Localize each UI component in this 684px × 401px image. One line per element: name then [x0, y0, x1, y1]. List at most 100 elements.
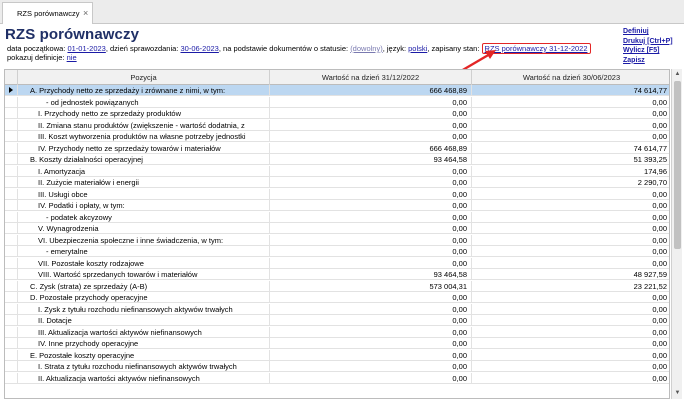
table-row[interactable]: II. Zużycie materiałów i energii 0,00 2 29… — [5, 177, 669, 188]
table-row[interactable]: II. Dotacje 0,00 0,00 — [5, 315, 669, 326]
scroll-up-icon[interactable]: ▲ — [672, 69, 683, 80]
row-indicator — [5, 292, 18, 303]
table-row[interactable]: IV. Podatki i opłaty, w tym: 0,00 0,00 — [5, 200, 669, 211]
row-position: I. Strata z tytułu rozchodu niefinansowy… — [18, 361, 270, 372]
scroll-thumb[interactable] — [674, 81, 681, 249]
row-indicator — [5, 108, 18, 119]
row-value-prev: 0,00 — [270, 315, 472, 326]
row-position: I. Zysk z tytułu rozchodu niefinansowych… — [18, 303, 270, 315]
table-row[interactable]: V. Wynagrodzenia 0,00 0,00 — [5, 223, 669, 234]
table-row[interactable]: - podatek akcyzowy 0,00 0,00 — [5, 211, 669, 223]
row-value-curr: 51 393,25 — [633, 155, 667, 164]
row-value-prev: 0,00 — [270, 257, 472, 269]
row-value-curr: 74 614,77 — [633, 86, 667, 95]
table-row[interactable]: VIII. Wartość sprzedanych towarów i mate… — [5, 269, 669, 280]
row-value-prev: 0,00 — [270, 200, 472, 211]
page-title: RZS porównawczy — [5, 26, 140, 43]
table-row[interactable]: III. Aktualizacja wartości aktywów niefi… — [5, 326, 669, 338]
table-row[interactable]: E. Pozostałe koszty operacyjne 0,00 0,00 — [5, 349, 669, 361]
row-position: III. Aktualizacja wartości aktywów niefi… — [18, 326, 270, 338]
language-link[interactable]: polski — [408, 44, 427, 53]
row-value-curr: 0,00 — [652, 189, 667, 199]
row-value-prev: 0,00 — [270, 292, 472, 303]
column-header-value-prev[interactable]: Wartość na dzień 31/12/2022 — [270, 70, 472, 85]
row-position: VIII. Wartość sprzedanych towarów i mate… — [18, 269, 270, 280]
table-row[interactable]: - od jednostek powiązanych 0,00 0,00 — [5, 96, 669, 108]
row-value-curr: 48 927,59 — [633, 270, 667, 279]
status-link[interactable]: (dowolny) — [350, 44, 383, 53]
saved-state-link[interactable]: RZS porównawczy 31-12-2022 — [485, 44, 588, 53]
table-row[interactable]: D. Pozostałe przychody operacyjne 0,00 0,0… — [5, 292, 669, 303]
table-row[interactable]: III. Usługi obce 0,00 0,00 — [5, 188, 669, 200]
row-position: II. Dotacje — [18, 315, 270, 326]
row-value-curr: 0,00 — [652, 362, 667, 371]
table-row[interactable]: VII. Pozostałe koszty rodzajowe 0,00 0,00 — [5, 257, 669, 269]
row-position: III. Koszt wytworzenia produktów na włas… — [18, 131, 270, 142]
tab-label: RZS porównawczy — [17, 9, 80, 18]
row-value-prev: 0,00 — [270, 349, 472, 361]
start-date-link[interactable]: 01-01-2023 — [67, 44, 105, 53]
action-links: Definiuj Drukuj [Ctrl+P] Wylicz [F5] Zap… — [623, 27, 673, 65]
row-value-prev: 0,00 — [270, 165, 472, 177]
table-row[interactable]: VI. Ubezpieczenia społeczne i inne świad… — [5, 234, 669, 246]
row-indicator — [5, 223, 18, 234]
row-position: IV. Inne przychody operacyjne — [18, 338, 270, 349]
row-position: - emerytalne — [18, 246, 270, 257]
table-row[interactable]: IV. Przychody netto ze sprzedaży towarów… — [5, 142, 669, 154]
show-definitions-label: pokazuj definicje: — [7, 53, 67, 62]
row-indicator — [5, 234, 18, 246]
row-position: D. Pozostałe przychody operacyjne — [18, 292, 270, 303]
row-indicator — [5, 315, 18, 326]
row-position: IV. Przychody netto ze sprzedaży towarów… — [18, 142, 270, 154]
row-value-prev: 0,00 — [270, 108, 472, 119]
tab-rzs-porownawczy[interactable]: RZS porównawczy × — [2, 2, 93, 24]
row-value-curr: 0,00 — [652, 120, 667, 130]
row-position: VI. Ubezpieczenia społeczne i inne świad… — [18, 234, 270, 246]
row-position: B. Koszty działalności operacyjnej — [18, 154, 270, 165]
report-date-label: , dzień sprawozdania: — [105, 44, 181, 53]
column-header-position[interactable]: Pozycja — [18, 70, 270, 85]
row-position: I. Amortyzacja — [18, 165, 270, 177]
row-value-curr: 0,00 — [652, 132, 667, 141]
row-position: A. Przychody netto ze sprzedaży i zrówna… — [18, 85, 270, 96]
report-date-link[interactable]: 30-06-2023 — [180, 44, 218, 53]
table-row[interactable]: III. Koszt wytworzenia produktów na włas… — [5, 131, 669, 142]
row-value-prev: 0,00 — [270, 188, 472, 200]
row-value-prev: 0,00 — [270, 177, 472, 188]
row-value-curr: 0,00 — [652, 373, 667, 383]
table-row[interactable]: I. Amortyzacja 0,00 174,96 — [5, 165, 669, 177]
row-value-curr: 0,00 — [652, 235, 667, 245]
row-value-prev: 0,00 — [270, 372, 472, 384]
table-row[interactable]: IV. Inne przychody operacyjne 0,00 0,00 — [5, 338, 669, 349]
row-indicator — [5, 131, 18, 142]
table-row[interactable]: I. Strata z tytułu rozchodu niefinansowy… — [5, 361, 669, 372]
table-row[interactable]: I. Zysk z tytułu rozchodu niefinansowych… — [5, 303, 669, 315]
table-row[interactable]: A. Przychody netto ze sprzedaży i zrówna… — [5, 85, 669, 96]
row-value-prev: 0,00 — [270, 361, 472, 372]
table-row[interactable]: B. Koszty działalności operacyjnej 93 464… — [5, 154, 669, 165]
row-indicator — [5, 349, 18, 361]
row-indicator — [5, 96, 18, 108]
table-row[interactable]: II. Aktualizacja wartości aktywów niefin… — [5, 372, 669, 384]
column-header-value-curr[interactable]: Wartość na dzień 30/06/2023 — [472, 70, 669, 85]
scroll-down-icon[interactable]: ▼ — [672, 388, 683, 399]
row-value-curr: 0,00 — [652, 304, 667, 314]
save-link[interactable]: Zapisz — [623, 56, 673, 66]
calculate-link[interactable]: Wylicz [F5] — [623, 46, 673, 56]
table-row[interactable]: I. Przychody netto ze sprzedaży produktó… — [5, 108, 669, 119]
row-position: E. Pozostałe koszty operacyjne — [18, 349, 270, 361]
close-icon[interactable]: × — [83, 9, 88, 18]
table-row[interactable]: - emerytalne 0,00 0,00 — [5, 246, 669, 257]
table-row[interactable]: II. Zmiana stanu produktów (zwiększenie … — [5, 119, 669, 131]
row-value-curr: 0,00 — [652, 327, 667, 337]
row-value-prev: 0,00 — [270, 246, 472, 257]
table-row[interactable]: C. Zysk (strata) ze sprzedaży (A-B) 573 0… — [5, 280, 669, 292]
row-value-prev: 666 468,89 — [270, 142, 472, 154]
row-value-curr: 2 290,70 — [637, 178, 667, 187]
row-value-prev: 0,00 — [270, 131, 472, 142]
show-definitions-link[interactable]: nie — [67, 53, 77, 62]
define-link[interactable]: Definiuj — [623, 27, 673, 37]
vertical-scrollbar[interactable]: ▲ ▼ — [671, 69, 682, 399]
print-link[interactable]: Drukuj [Ctrl+P] — [623, 37, 673, 47]
row-value-curr: 0,00 — [652, 316, 667, 325]
